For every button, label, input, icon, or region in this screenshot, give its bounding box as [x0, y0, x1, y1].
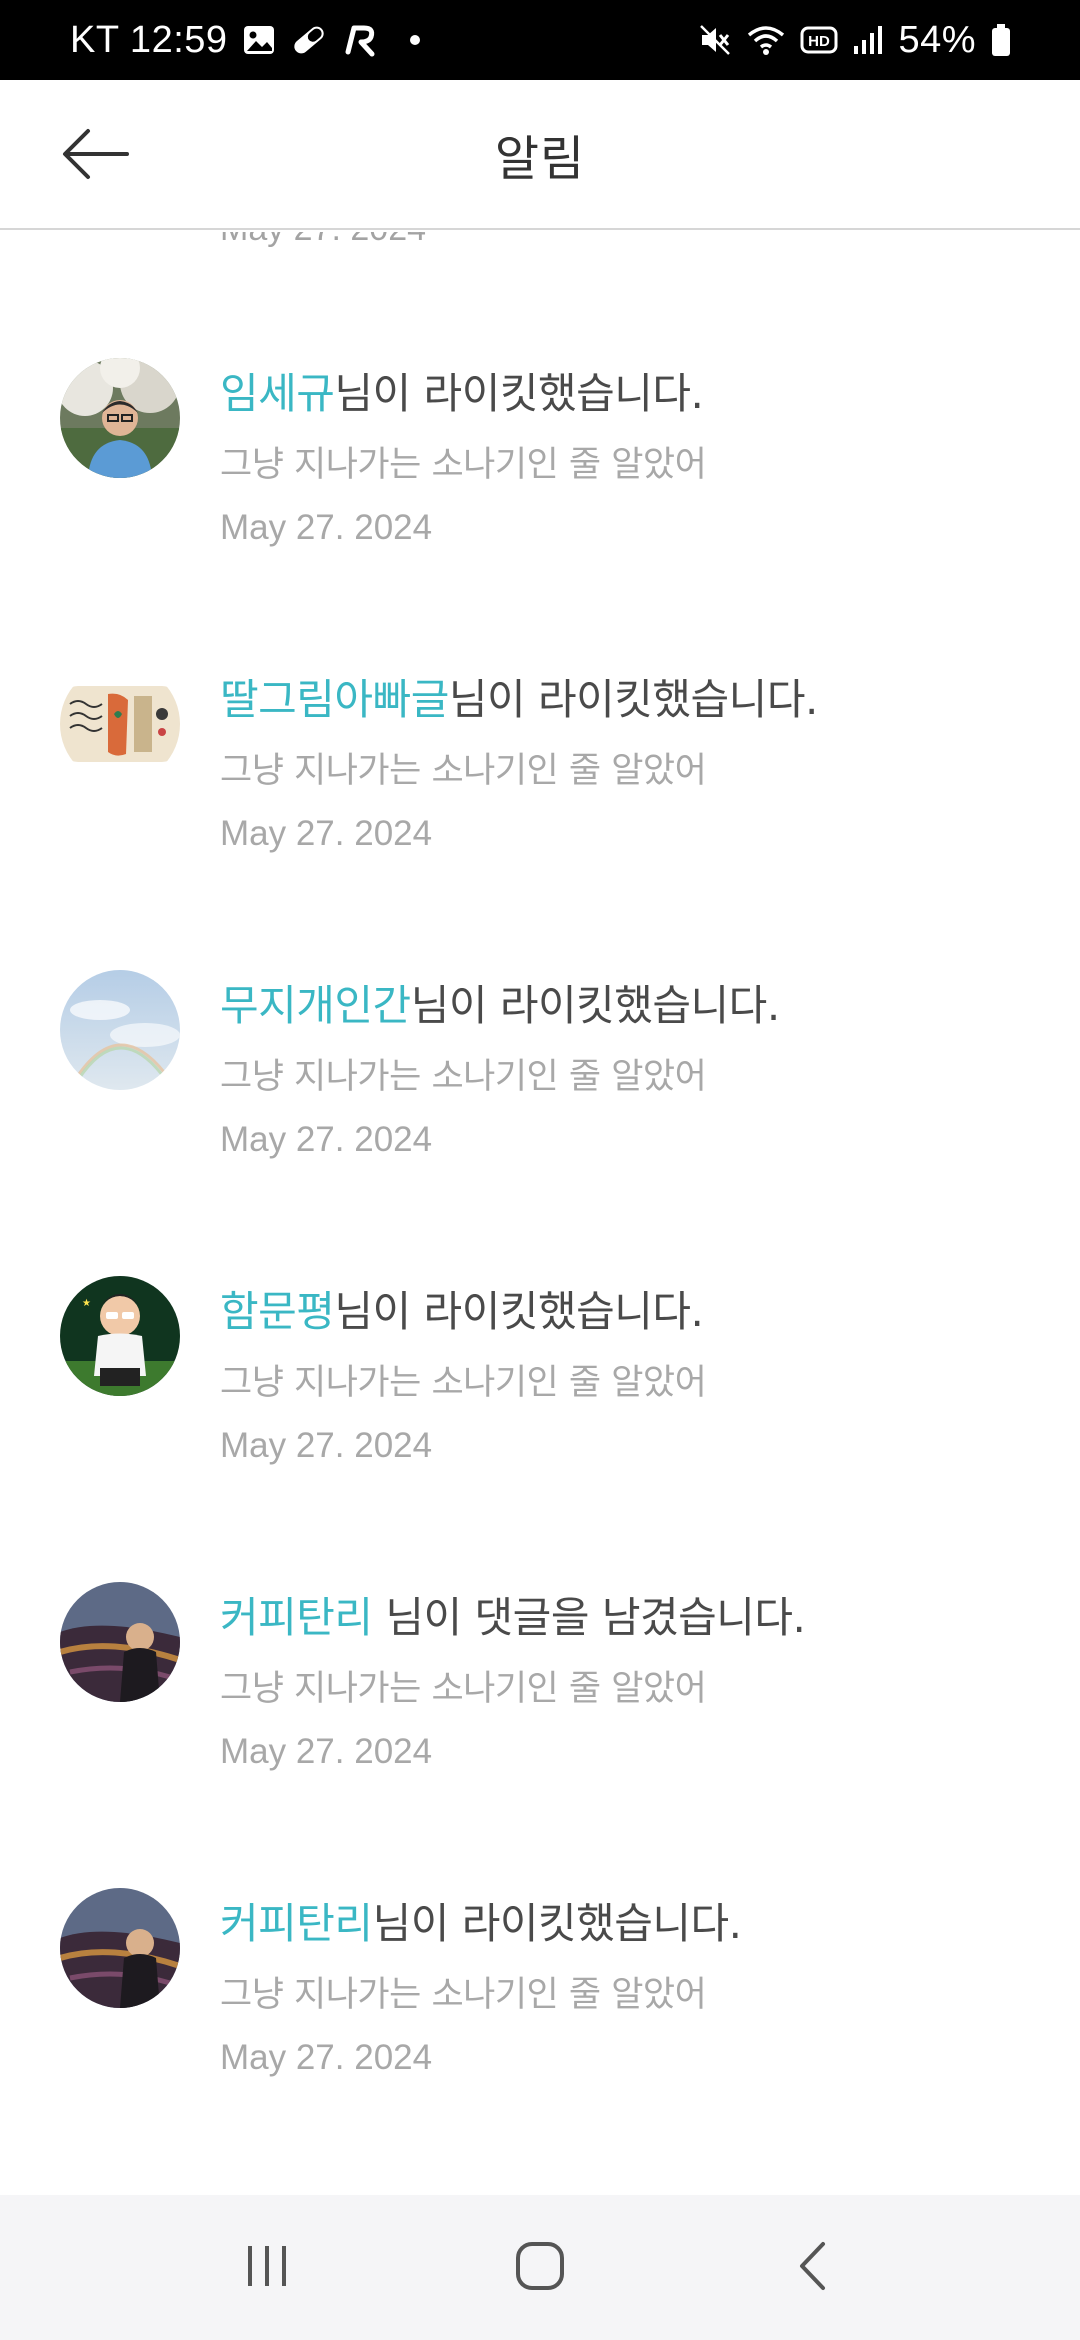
avatar[interactable]	[60, 358, 180, 478]
avatar[interactable]: ★	[60, 1276, 180, 1396]
wifi-icon	[746, 23, 786, 57]
avatar[interactable]	[60, 970, 180, 1090]
avatar[interactable]	[60, 664, 180, 784]
notification-action: 님이 라이킷했습니다.	[410, 981, 780, 1030]
status-right: HD 54%	[698, 19, 1012, 62]
notification-dot	[409, 35, 420, 45]
status-left: KT 12:59	[70, 19, 420, 62]
hd-icon: HD	[800, 25, 838, 55]
user-name[interactable]: 함문평	[220, 1287, 335, 1336]
avatar[interactable]	[60, 1582, 180, 1702]
notification-item[interactable]: 커피탄리님이 라이킷했습니다. 그냥 지나가는 소나기인 줄 알았어 May 2…	[0, 1888, 1080, 2188]
notification-date: May 27. 2024	[220, 1120, 433, 1159]
notification-action: 님이 라이킷했습니다.	[372, 1899, 742, 1948]
arrow-left-icon	[61, 127, 131, 185]
notification-item[interactable]: ★ 함문평님이 라이킷했습니다. 그냥 지나가는 소나기인 줄 알았어 May …	[0, 1276, 1080, 1576]
user-name[interactable]: 커피탄리	[220, 1593, 373, 1642]
home-button[interactable]	[480, 2218, 600, 2318]
home-icon	[513, 2239, 567, 2297]
pill-icon	[290, 23, 328, 57]
back-button[interactable]	[58, 126, 134, 186]
notification-item[interactable]: 무지개인간님이 라이킷했습니다. 그냥 지나가는 소나기인 줄 알았어 May …	[0, 970, 1080, 1270]
notification-date: May 27. 2024	[220, 508, 433, 547]
system-nav-bar	[0, 2195, 1080, 2340]
notification-item[interactable]: 임세규님이 라이킷했습니다. 그냥 지나가는 소나기인 줄 알았어 May 27…	[0, 358, 1080, 658]
notification-message: 무지개인간님이 라이킷했습니다.	[220, 972, 780, 1033]
back-icon	[793, 2239, 833, 2297]
notification-date: May 27. 2024	[220, 814, 433, 853]
svg-text:★: ★	[82, 1298, 91, 1309]
notification-action: 님이 라이킷했습니다.	[334, 369, 704, 418]
post-title[interactable]: 그냥 지나가는 소나기인 줄 알았어	[220, 436, 707, 487]
battery-icon	[990, 23, 1012, 57]
system-back-button[interactable]	[753, 2218, 873, 2318]
notification-list[interactable]: May 27. 2024 임세규님이 라이킷했습니다. 그냥 지나가는 소나기인…	[0, 232, 1080, 2192]
post-title[interactable]: 그냥 지나가는 소나기인 줄 알았어	[220, 742, 707, 793]
notification-message: 임세규님이 라이킷했습니다.	[220, 360, 704, 421]
user-name[interactable]: 커피탄리	[220, 1899, 373, 1948]
notification-date: May 27. 2024	[220, 1732, 433, 1771]
signal-icon	[852, 24, 884, 56]
notification-message: 딸그림아빠글님이 라이킷했습니다.	[220, 666, 818, 727]
notification-item[interactable]: 딸그림아빠글님이 라이킷했습니다. 그냥 지나가는 소나기인 줄 알았어 May…	[0, 664, 1080, 964]
notification-item[interactable]: 커피탄리 님이 댓글을 남겼습니다. 그냥 지나가는 소나기인 줄 알았어 Ma…	[0, 1582, 1080, 1882]
carrier-time: KT 12:59	[70, 18, 228, 61]
avatar[interactable]	[60, 1888, 180, 2008]
notification-action: 님이 댓글을 남겼습니다.	[372, 1593, 806, 1642]
user-name[interactable]: 무지개인간	[220, 981, 411, 1030]
post-title[interactable]: 그냥 지나가는 소나기인 줄 알았어	[220, 1966, 707, 2017]
post-title[interactable]: 그냥 지나가는 소나기인 줄 알았어	[220, 1048, 707, 1099]
recent-apps-button[interactable]	[207, 2218, 327, 2318]
partial-date: May 27. 2024	[220, 232, 426, 249]
page-title: 알림	[494, 131, 586, 187]
user-name[interactable]: 딸그림아빠글	[220, 675, 449, 724]
notification-action: 님이 라이킷했습니다.	[334, 1287, 704, 1336]
status-bar: KT 12:59 HD 54%	[0, 0, 1080, 80]
user-name[interactable]: 임세규	[220, 369, 335, 418]
battery-percent: 54%	[898, 18, 976, 61]
recent-apps-icon	[242, 2241, 292, 2295]
notification-message: 커피탄리님이 라이킷했습니다.	[220, 1890, 742, 1951]
app-header: 알림	[0, 80, 1080, 230]
app-r-icon	[342, 22, 382, 58]
mute-icon	[698, 23, 732, 57]
notification-date: May 27. 2024	[220, 2038, 433, 2077]
gallery-icon	[242, 23, 276, 57]
notification-date: May 27. 2024	[220, 1426, 433, 1465]
svg-text:HD: HD	[809, 33, 831, 50]
notification-action: 님이 라이킷했습니다.	[448, 675, 818, 724]
post-title[interactable]: 그냥 지나가는 소나기인 줄 알았어	[220, 1354, 707, 1405]
post-title[interactable]: 그냥 지나가는 소나기인 줄 알았어	[220, 1660, 707, 1711]
notification-message: 함문평님이 라이킷했습니다.	[220, 1278, 704, 1339]
notification-message: 커피탄리 님이 댓글을 남겼습니다.	[220, 1584, 806, 1645]
